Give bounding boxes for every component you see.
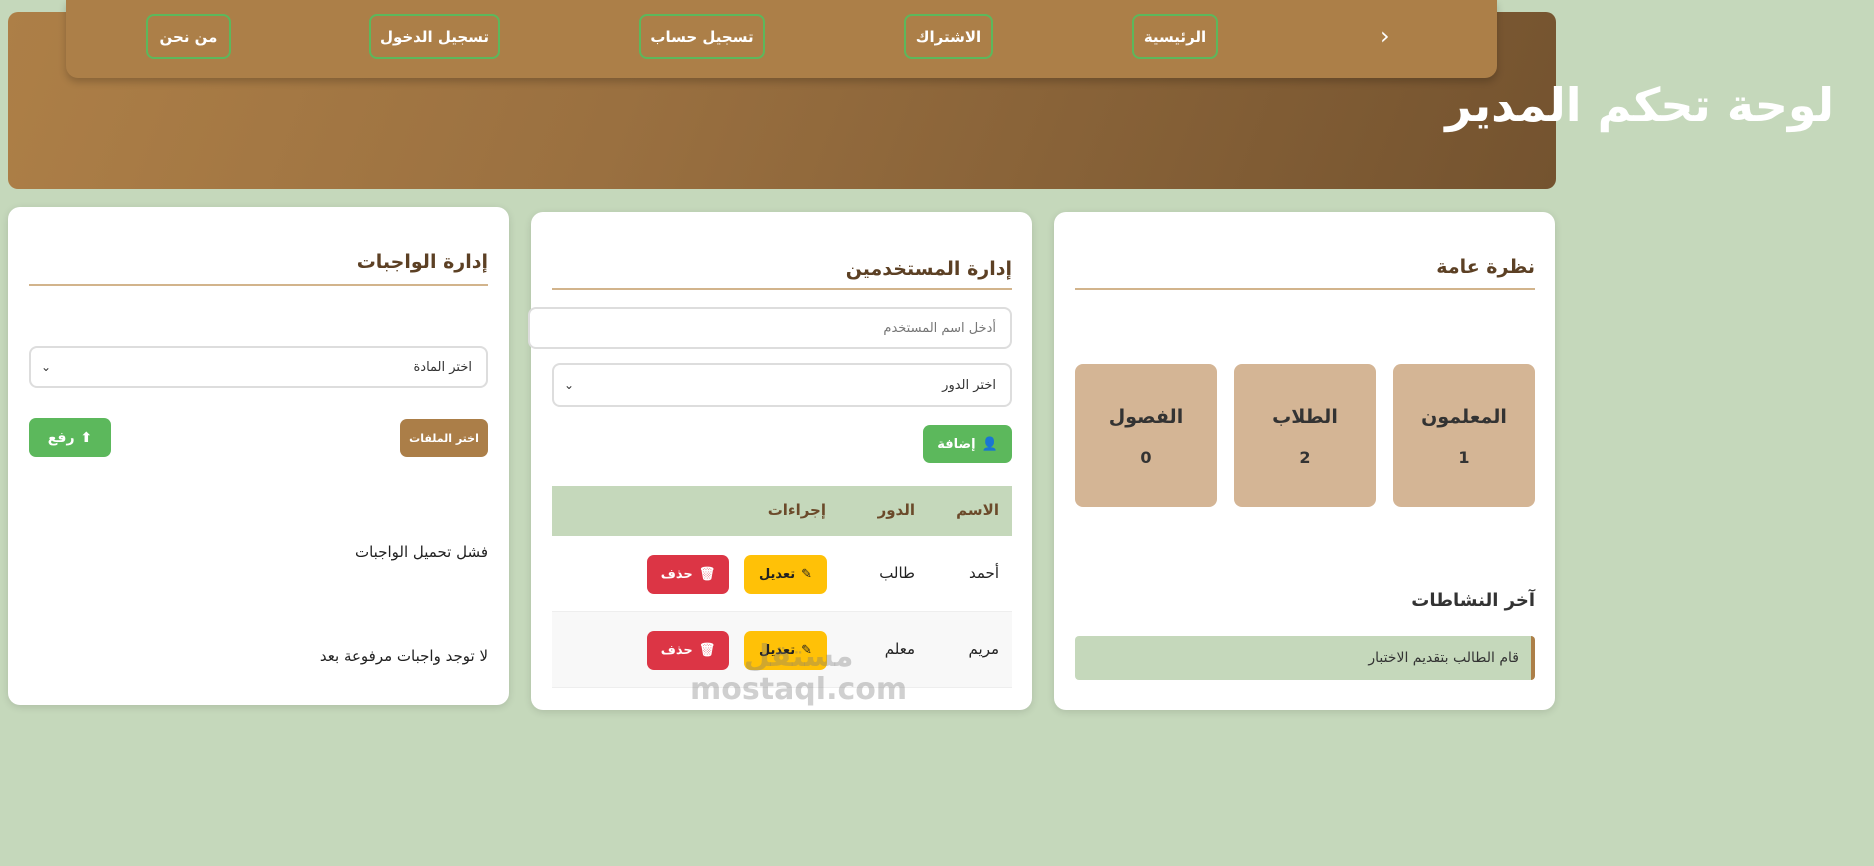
nav-login[interactable]: تسجيل الدخول [369,14,500,59]
subject-select-value: اختر المادة [413,359,472,375]
navbar: › الرئيسية الاشتراك تسجيل حساب تسجيل الد… [66,0,1497,78]
chevron-down-icon: ⌄ [564,378,575,392]
table-header: الاسم الدور إجراءات [552,486,1012,536]
cell-name: مريم [968,640,999,658]
nav-home[interactable]: الرئيسية [1132,14,1218,59]
delete-label: حذف [660,567,693,582]
cell-name: أحمد [969,564,999,582]
table-row: أحمد طالب ✎ تعديل 🗑 حذف [552,536,1012,612]
page-title: لوحة تحكم المدير [1445,78,1834,132]
divider [552,288,1012,290]
stat-value: 0 [1140,448,1152,467]
nav-register[interactable]: تسجيل حساب [639,14,765,59]
divider [29,284,488,286]
activity-title: آخر النشاطات [1411,590,1535,611]
add-user-button[interactable]: 👤 إضافة [923,425,1012,463]
stat-value: 2 [1299,448,1311,467]
assignments-title: إدارة الواجبات [356,251,488,273]
assignments-card: إدارة الواجبات اختر المادة ⌄ اختر الملفات… [8,207,509,705]
col-role: الدور [877,501,915,519]
divider [1075,288,1535,290]
user-plus-icon: 👤 [981,436,998,452]
edit-button[interactable]: ✎ تعديل [744,555,827,594]
edit-label: تعديل [758,567,796,582]
users-title: إدارة المستخدمين [845,258,1012,280]
role-select-value: اختر الدور [942,377,996,393]
error-message: فشل تحميل الواجبات [354,543,488,561]
overview-card: نظرة عامة المعلمون 1 الطلاب 2 الفصول 0 آخر … [1054,212,1555,710]
users-card: إدارة المستخدمين أدخل اسم المستخدم اختر … [528,212,1032,710]
col-actions: إجراءات [767,501,826,519]
cell-role: طالب [879,564,915,582]
subject-select[interactable]: اختر المادة ⌄ [29,346,488,388]
stat-label: الفصول [1108,406,1184,428]
edit-icon: ✎ [801,567,813,582]
stat-value: 1 [1458,448,1470,467]
nav-subscription[interactable]: الاشتراك [904,14,993,59]
nav-about[interactable]: من نحن [146,14,231,59]
delete-button[interactable]: 🗑 حذف [647,555,729,594]
delete-label: حذف [660,643,693,658]
watermark: مستقل mostaql.com [690,639,908,707]
trash-icon: 🗑 [698,567,716,582]
stat-label: المعلمون [1421,406,1507,428]
stat-classes: الفصول 0 [1075,364,1217,507]
add-label: إضافة [937,436,976,452]
chevron-down-icon: ⌄ [41,360,52,374]
activity-item: قام الطالب بتقديم الاختبار [1075,636,1535,680]
upload-button[interactable]: ⬆ رفع [29,418,111,457]
col-name: الاسم [956,501,999,519]
choose-files-button[interactable]: اختر الملفات [400,419,488,457]
stat-label: الطلاب [1272,406,1338,428]
chevron-right-icon[interactable]: › [1380,22,1390,50]
role-select[interactable]: اختر الدور ⌄ [552,363,1012,407]
overview-title: نظرة عامة [1436,256,1535,278]
upload-label: رفع [47,429,75,446]
stat-teachers: المعلمون 1 [1393,364,1535,507]
upload-icon: ⬆ [80,429,93,446]
empty-message: لا توجد واجبات مرفوعة بعد [319,647,488,665]
username-input[interactable]: أدخل اسم المستخدم [528,307,1012,349]
stat-students: الطلاب 2 [1234,364,1376,507]
